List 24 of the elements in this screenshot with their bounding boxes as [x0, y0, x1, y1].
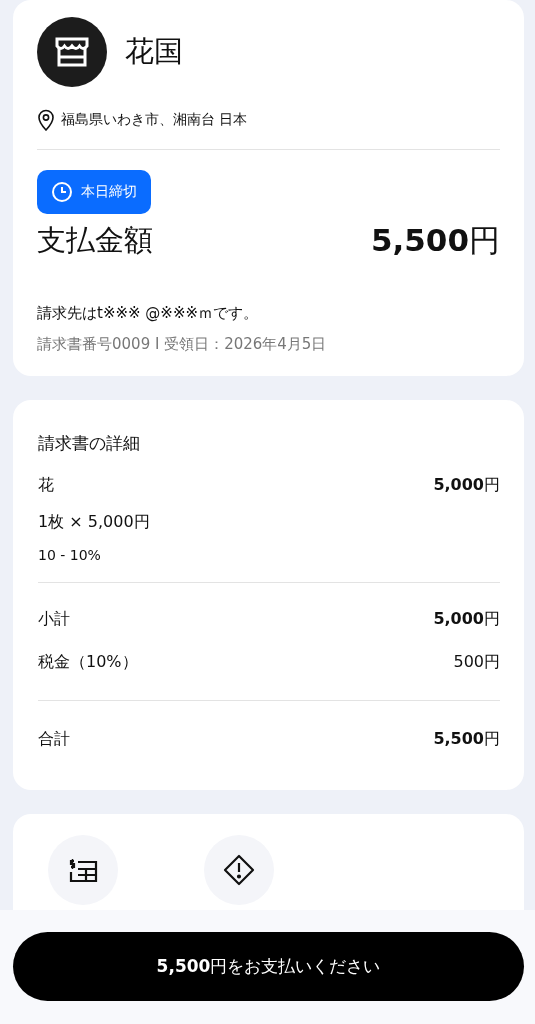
location-pin-icon: [37, 109, 55, 131]
summary-amount: 500円: [453, 652, 500, 673]
summary-amount: 5,000円: [433, 609, 500, 630]
total-amount: 5,500円: [433, 729, 500, 750]
amount-label: 支払金額: [37, 222, 153, 259]
amount-due: 5,500円: [370, 221, 500, 260]
pay-button[interactable]: 5,500円をお支払いください: [13, 932, 524, 1001]
billed-to-text: 請求先はt※※※ @※※※ｍです。: [37, 304, 260, 323]
item-tax: 10 - 10%: [38, 547, 101, 563]
summary-label: 小計: [38, 609, 70, 630]
details-title: 請求書の詳細: [38, 432, 141, 455]
warning-icon: [223, 854, 255, 886]
merchant-location: 福島県いわき市、湘南台 日本: [61, 111, 248, 129]
receipt-icon: [68, 857, 98, 883]
summary-label: 税金（10%）: [38, 652, 138, 673]
item-quantity: 1枚 × 5,000円: [38, 512, 150, 533]
merchant-name: 花国: [125, 33, 183, 70]
invoice-meta: 請求書番号0009 I 受領日：2026年4月5日: [37, 335, 328, 354]
clock-icon: [51, 181, 73, 203]
item-amount: 5,000円: [433, 475, 500, 496]
total-label: 合計: [38, 729, 70, 750]
item-name: 花: [38, 475, 54, 496]
due-badge: 本日締切: [37, 170, 151, 214]
store-icon: [55, 36, 89, 68]
